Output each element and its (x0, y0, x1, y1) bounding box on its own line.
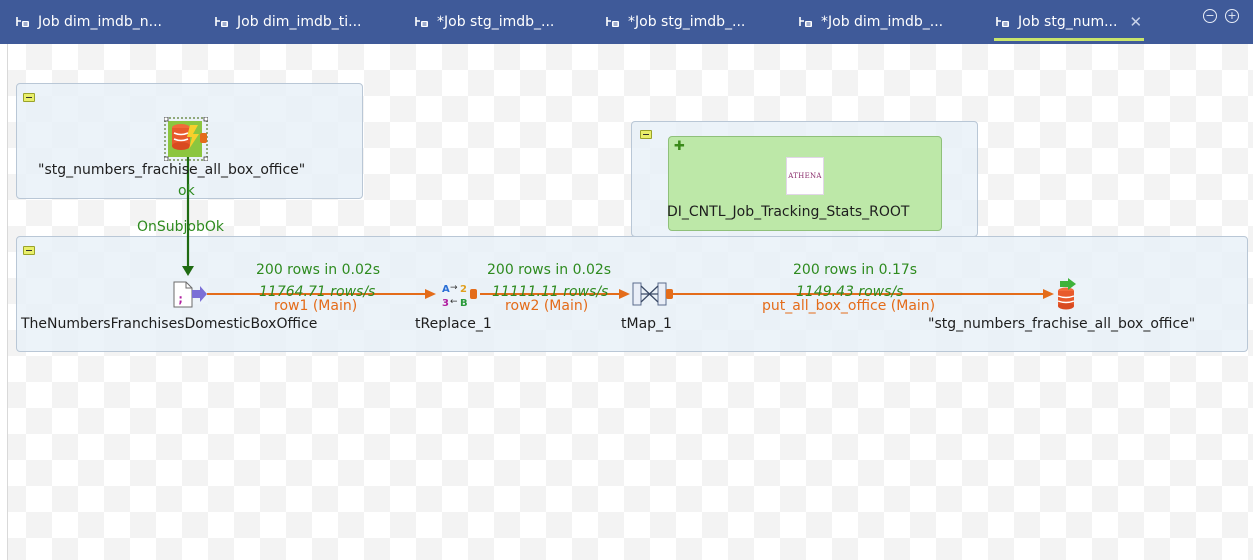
ok-trigger-label: ok (178, 183, 195, 199)
svg-text:←: ← (450, 297, 458, 307)
row2-arrowhead (619, 289, 630, 299)
svg-text:B: B (460, 298, 468, 309)
map-component-label: tMap_1 (621, 316, 672, 332)
replace-component-label: tReplace_1 (415, 316, 492, 332)
row2-stats: 200 rows in 0.02s (487, 262, 612, 278)
row2-name: row2 (Main) (505, 298, 589, 314)
onsubjobok-label: OnSubjobOk (137, 219, 225, 235)
row1-stats: 200 rows in 0.02s (256, 262, 381, 278)
delimited-file-input-icon[interactable]: ; (172, 281, 208, 309)
prejob-component-label: "stg_numbers_frachise_all_box_office" (38, 162, 306, 178)
out-name: put_all_box_office (Main) (762, 298, 936, 314)
row1-name: row1 (Main) (274, 298, 358, 314)
db-output-component-icon[interactable] (164, 117, 208, 161)
svg-text:;: ; (177, 292, 184, 306)
map-component-icon[interactable] (632, 279, 674, 311)
output-component-label: "stg_numbers_frachise_all_box_office" (928, 316, 1196, 332)
svg-text:3: 3 (442, 298, 449, 309)
out-stats: 200 rows in 0.17s (793, 262, 918, 278)
svg-text:2: 2 (460, 284, 467, 295)
onsubjobok-arrowhead (182, 266, 194, 276)
replace-component-icon[interactable]: A → 2 3 ← B (440, 280, 478, 310)
row1-arrowhead (425, 289, 436, 299)
svg-text:A: A (442, 284, 450, 295)
db-output-table-icon[interactable] (1055, 278, 1079, 312)
input-component-label: TheNumbersFranchisesDomesticBoxOffice (21, 316, 318, 332)
out-arrowhead (1043, 289, 1054, 299)
svg-text:→: → (450, 283, 458, 293)
